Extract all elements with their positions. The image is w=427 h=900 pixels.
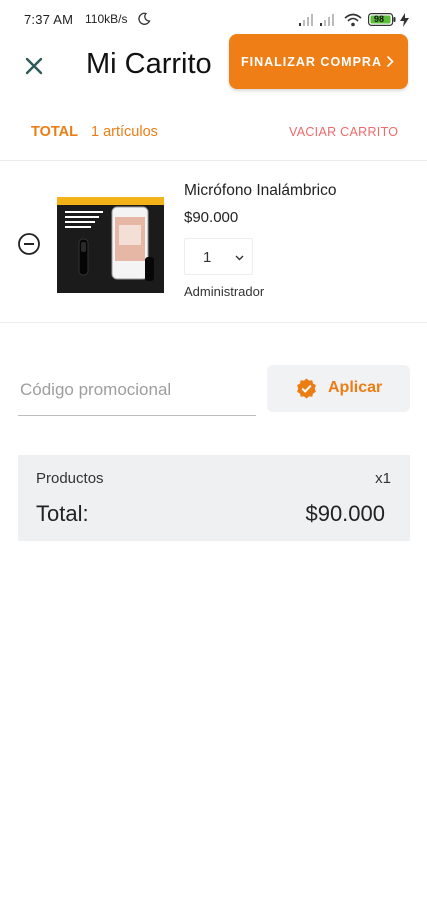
- seller-name: Administrador: [184, 284, 265, 299]
- microphone-product-illustration: [57, 197, 164, 293]
- wifi-icon: [344, 13, 362, 27]
- product-image[interactable]: [57, 197, 164, 293]
- total-label: TOTAL: [31, 124, 78, 140]
- page-title: Mi Carrito: [86, 48, 212, 80]
- do-not-disturb-moon-icon: [138, 12, 151, 25]
- signal-icon: [299, 14, 313, 26]
- promo-code-input[interactable]: [18, 364, 256, 416]
- checkout-button[interactable]: FINALIZAR COMPRA: [229, 34, 408, 89]
- battery-level: 98: [374, 14, 385, 24]
- items-count: 1 artículos: [91, 124, 158, 140]
- order-totals: Productos x1 Total: $90.000: [18, 455, 410, 541]
- chevron-down-icon: [235, 255, 244, 261]
- divider: [0, 322, 427, 323]
- battery-icon: 98: [368, 13, 396, 26]
- products-quantity: x1: [375, 470, 391, 487]
- product-price: $90.000: [184, 209, 239, 226]
- signal-icon-2: [320, 14, 334, 26]
- grand-total-label: Total:: [36, 501, 89, 526]
- products-label: Productos: [36, 470, 104, 487]
- clear-cart-button[interactable]: VACIAR CARRITO: [289, 125, 398, 139]
- apply-button-label: Aplicar: [328, 379, 383, 396]
- quantity-value: 1: [203, 249, 212, 266]
- chevron-right-icon: [386, 55, 394, 68]
- close-icon[interactable]: [20, 52, 48, 80]
- apply-promo-button[interactable]: Aplicar: [267, 365, 410, 412]
- product-name[interactable]: Micrófono Inalámbrico: [184, 182, 336, 200]
- status-time: 7:37 AM: [24, 12, 74, 27]
- checkout-button-label: FINALIZAR COMPRA: [241, 54, 382, 69]
- charging-bolt-icon: [400, 13, 409, 27]
- verified-badge-icon: [297, 378, 316, 399]
- quantity-select[interactable]: 1: [184, 238, 253, 275]
- divider: [0, 160, 427, 161]
- network-speed: 110kB/s: [85, 12, 128, 26]
- grand-total-value: $90.000: [305, 501, 385, 526]
- remove-item-icon[interactable]: [17, 232, 41, 256]
